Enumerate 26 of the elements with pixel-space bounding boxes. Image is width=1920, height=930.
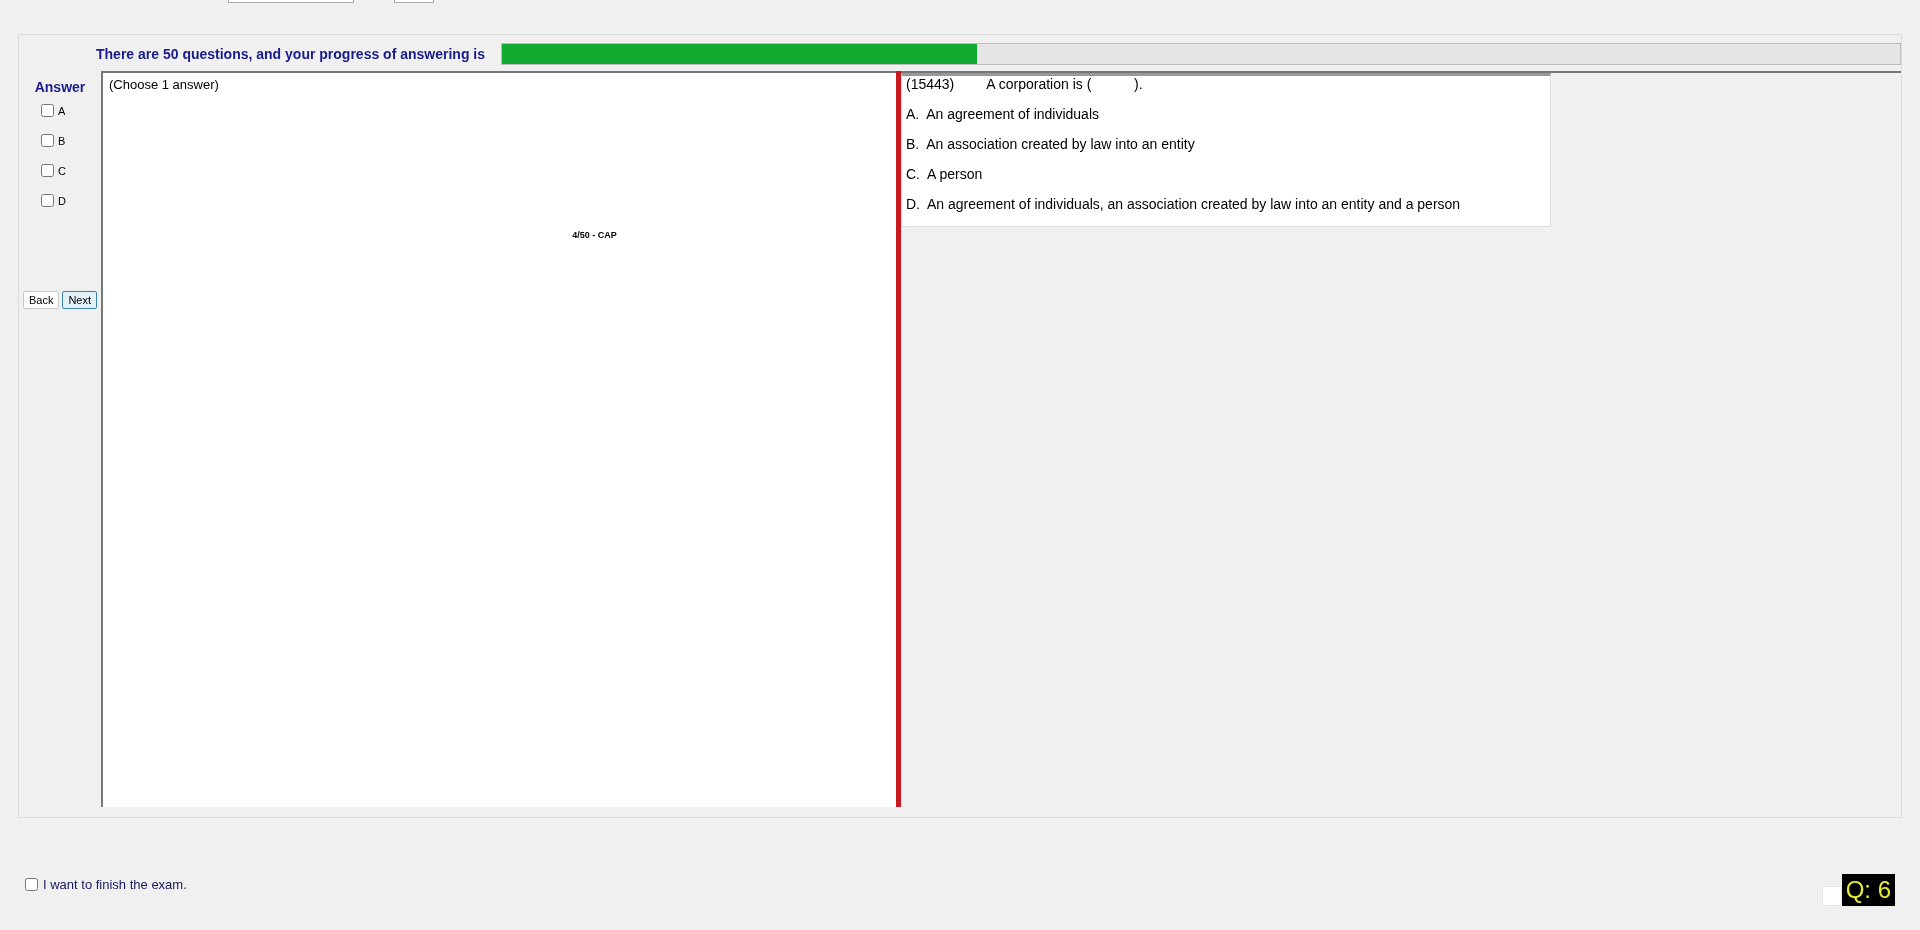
- answer-title: Answer: [34, 79, 86, 95]
- option-label: D: [58, 194, 66, 207]
- progress-label: There are 50 questions, and your progress of answering is: [96, 46, 485, 62]
- choice-text: C. A person: [906, 166, 984, 182]
- page-label: 4/50 - CAP: [571, 230, 618, 240]
- option-label: C: [58, 164, 66, 177]
- option-label: A: [58, 104, 66, 117]
- choice-text: D. An agreement of individuals, an association created by law into an entity and a person: [906, 196, 1462, 212]
- answer-checkbox[interactable]: [41, 164, 54, 177]
- question-number: (15443): [906, 76, 955, 92]
- blank-field: [1821, 886, 1842, 906]
- answer-checkbox[interactable]: [41, 194, 54, 207]
- question-counter: Q: 6: [1841, 874, 1895, 906]
- option-label: B: [58, 134, 66, 147]
- choice-text: A. An agreement of individuals: [906, 106, 1100, 122]
- answer-checkbox[interactable]: [41, 104, 54, 117]
- clipped-field[interactable]: [394, 0, 434, 3]
- instruction-text: (Choose 1 answer): [108, 76, 220, 94]
- nav-button[interactable]: Back: [22, 291, 60, 309]
- question-text: A corporation is ( ).: [986, 76, 1143, 92]
- finish-label: I want to finish the exam.: [43, 877, 187, 892]
- finish-checkbox[interactable]: [25, 878, 38, 891]
- nav-button[interactable]: Next: [62, 291, 98, 309]
- clipped-field[interactable]: [228, 0, 354, 3]
- choice-text: B. An association created by law into an entity: [906, 136, 1196, 152]
- answer-checkbox[interactable]: [41, 134, 54, 147]
